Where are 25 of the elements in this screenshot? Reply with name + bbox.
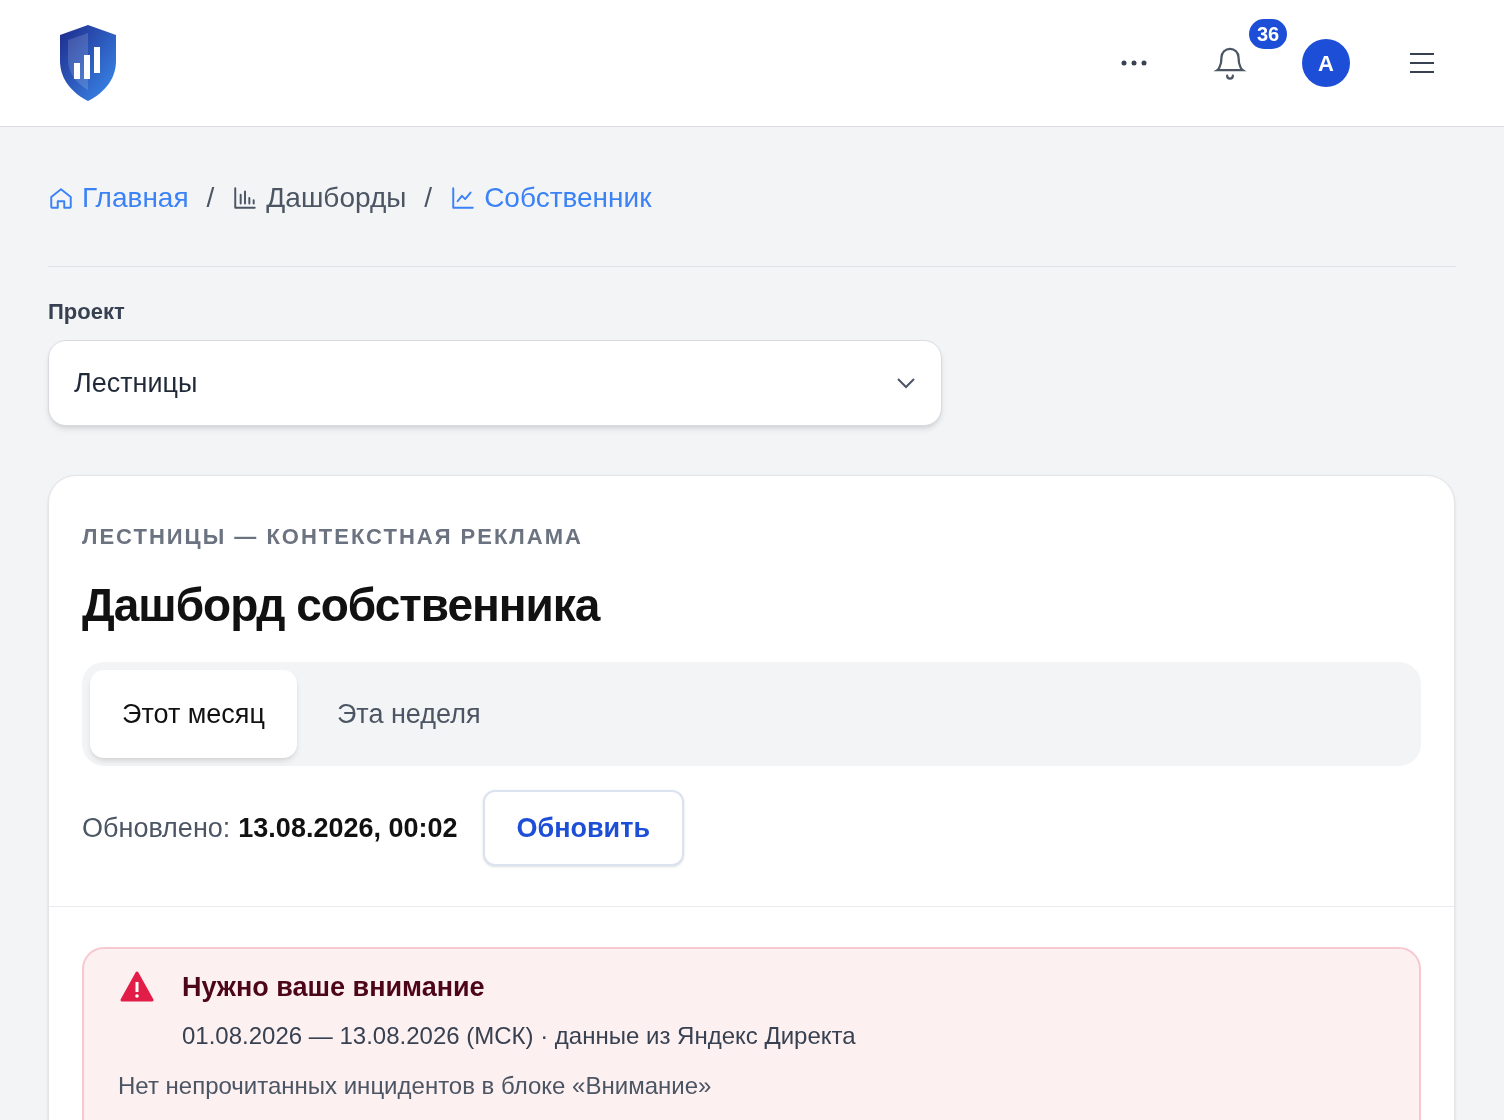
card-eyebrow: ЛЕСТНИЦЫ — КОНТЕКСТНАЯ РЕКЛАМА xyxy=(82,523,584,551)
chevron-down-icon xyxy=(896,377,916,389)
shield-logo-icon xyxy=(58,23,118,103)
bar-chart-icon xyxy=(232,184,259,211)
user-avatar[interactable]: A xyxy=(1302,39,1350,87)
menu-icon xyxy=(1409,52,1435,74)
warning-icon xyxy=(120,971,154,1003)
period-tab[interactable]: Этот месяц xyxy=(90,670,297,758)
breadcrumb-separator: / xyxy=(424,180,433,215)
notification-count: 36 xyxy=(1247,17,1290,51)
alert-subtitle: 01.08.2026 — 13.08.2026 (МСК) · данные из Яндекс Директа xyxy=(182,1020,856,1051)
field-label: Проект xyxy=(48,298,126,326)
updated-time: 13.08.2026, 00:02 xyxy=(238,811,458,845)
updated-label: Обновлено: xyxy=(82,811,231,845)
alert-title: Нужно ваше внимание xyxy=(182,971,486,1004)
more-icon xyxy=(1120,59,1148,67)
refresh-button[interactable]: Обновить xyxy=(482,790,685,866)
card-title: Дашборд собственника xyxy=(82,578,602,633)
bell-icon xyxy=(1213,45,1247,81)
alert-message: Нет непрочитанных инцидентов в блоке «Внимание» xyxy=(118,1070,713,1101)
project-select[interactable]: Лестницы xyxy=(48,340,942,426)
period-tab[interactable]: Эта неделя xyxy=(304,670,513,758)
breadcrumb-link[interactable]: Дашборды xyxy=(232,176,407,219)
line-chart-icon xyxy=(450,184,477,211)
breadcrumb-separator: / xyxy=(206,180,215,215)
